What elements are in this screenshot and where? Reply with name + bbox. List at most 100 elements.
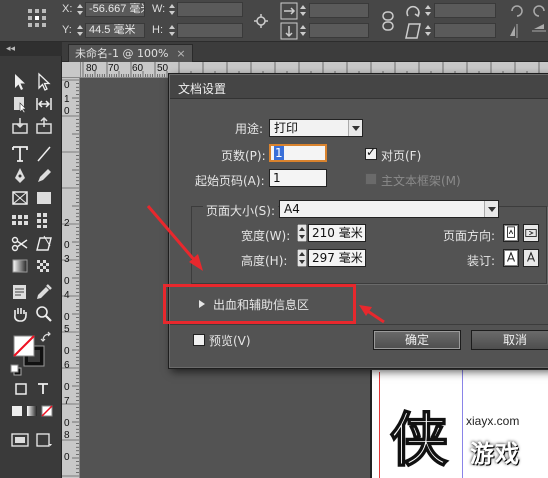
rotate-ccw-icon[interactable]	[530, 2, 548, 20]
gradient-feather-tool-icon[interactable]	[34, 256, 54, 276]
free-transform-tool-icon[interactable]	[34, 234, 54, 254]
facing-pages-checkbox[interactable]	[365, 145, 377, 160]
start-page-label: 起始页码(A):	[195, 174, 265, 188]
scale-y-spinner-icon[interactable]	[299, 23, 307, 38]
pen-tool-icon[interactable]	[10, 166, 30, 186]
ruler-h-tick-label: 80	[86, 63, 98, 74]
formatting-container-icon[interactable]	[14, 382, 28, 396]
width-spinner-icon[interactable]	[297, 224, 307, 242]
x-spinner-icon[interactable]	[76, 2, 84, 17]
scissors-tool-icon[interactable]	[10, 234, 30, 254]
intent-label: 用途:	[235, 122, 264, 136]
constrain-proportions-icon[interactable]	[252, 12, 270, 30]
rotate-spinner-icon[interactable]	[424, 3, 432, 18]
content-collector-icon[interactable]	[10, 116, 30, 136]
page-size-select[interactable]: A4	[279, 200, 499, 218]
line-tool-icon[interactable]	[34, 144, 54, 164]
document-tab-label: 未命名-1 @ 100%	[75, 47, 169, 60]
ruler-v-tick-label: 1	[64, 94, 70, 105]
intent-select[interactable]: 打印	[269, 119, 363, 137]
vertical-grid-tool-icon[interactable]	[34, 210, 54, 230]
landscape-orientation-icon[interactable]	[523, 224, 539, 242]
vertical-ruler[interactable]: 0 1 0 2 0 3 0 4 0 5 0 6 0 7 0 8 0	[62, 78, 80, 478]
page-tool-icon[interactable]	[10, 94, 30, 114]
preview-checkbox[interactable]	[193, 334, 205, 346]
rectangle-tool-icon[interactable]	[34, 188, 54, 208]
tools-panel-header[interactable]: ◂◂	[0, 42, 62, 56]
content-placer-icon[interactable]	[34, 116, 54, 136]
ruler-origin[interactable]	[62, 62, 81, 78]
chevron-down-icon	[484, 201, 498, 217]
cancel-button[interactable]: 取消	[471, 330, 548, 350]
shear-spinner-icon[interactable]	[424, 23, 432, 38]
direct-selection-tool-icon[interactable]	[34, 72, 54, 92]
left-to-right-binding-icon[interactable]	[503, 249, 519, 267]
x-field[interactable]: -56.667 毫米	[85, 2, 145, 17]
ruler-v-tick-label: 2	[64, 218, 70, 229]
flip-vertical-icon[interactable]	[530, 22, 548, 40]
gap-tool-icon[interactable]	[34, 94, 54, 114]
zoom-tool-icon[interactable]	[34, 304, 54, 324]
selection-tool-icon[interactable]	[10, 72, 30, 92]
pages-field[interactable]: 1	[269, 144, 327, 162]
scale-x-field[interactable]	[309, 3, 369, 18]
ruler-h-tick-label: 60	[132, 63, 144, 74]
height-field[interactable]: 297 毫米	[308, 249, 366, 267]
type-tool-icon[interactable]	[10, 144, 30, 164]
pencil-tool-icon[interactable]	[34, 166, 54, 186]
width-field[interactable]: 210 毫米	[308, 224, 366, 242]
rotate-field[interactable]	[434, 3, 496, 18]
shear-field[interactable]	[434, 23, 496, 38]
right-to-left-binding-icon[interactable]	[523, 249, 539, 267]
x-label: X:	[62, 3, 73, 15]
hand-tool-icon[interactable]	[10, 304, 30, 324]
rectangle-frame-tool-icon[interactable]	[10, 188, 30, 208]
rotate-icon[interactable]	[404, 2, 422, 20]
h-label: H:	[152, 24, 163, 36]
swap-fill-stroke-icon[interactable]	[40, 331, 54, 345]
tools-panel	[0, 56, 62, 478]
w-spinner-icon[interactable]	[168, 2, 176, 17]
ruler-v-tick-label: 0	[64, 276, 70, 287]
portrait-orientation-icon[interactable]	[503, 224, 519, 242]
document-tab[interactable]: 未命名-1 @ 100% ×	[68, 44, 193, 62]
h-field[interactable]	[177, 23, 243, 38]
apply-color-buttons[interactable]	[10, 404, 54, 418]
eyedropper-tool-icon[interactable]	[34, 282, 54, 302]
screen-mode-icon[interactable]	[34, 430, 54, 450]
rotate-cw-icon[interactable]	[508, 2, 526, 20]
w-field[interactable]	[177, 2, 243, 17]
master-text-frame-checkbox	[365, 173, 377, 185]
height-spinner-icon[interactable]	[297, 249, 307, 267]
ruler-v-tick-label: 7	[64, 396, 70, 407]
default-fill-stroke-icon[interactable]	[10, 364, 22, 376]
orientation-label: 页面方向:	[443, 229, 496, 243]
formatting-text-icon[interactable]	[36, 382, 50, 396]
height-label: 高度(H):	[241, 254, 288, 268]
dialog-separator	[170, 324, 548, 325]
close-tab-icon[interactable]: ×	[176, 47, 185, 60]
normal-view-icon[interactable]	[10, 430, 30, 450]
scale-y-icon[interactable]	[280, 22, 298, 40]
collapse-tools-icon[interactable]: ◂◂	[6, 42, 15, 56]
gradient-swatch-tool-icon[interactable]	[10, 256, 30, 276]
dialog-title-bar[interactable]: 文档设置	[170, 75, 548, 99]
w-label: W:	[152, 3, 166, 15]
scale-x-spinner-icon[interactable]	[299, 3, 307, 18]
h-spinner-icon[interactable]	[168, 23, 176, 38]
ruler-v-tick-label: 8	[64, 430, 70, 441]
ok-button[interactable]: 确定	[373, 330, 461, 350]
scale-x-icon[interactable]	[280, 2, 298, 20]
scale-y-field[interactable]	[309, 23, 369, 38]
note-tool-icon[interactable]	[10, 282, 30, 302]
start-page-field[interactable]: 1	[269, 169, 327, 187]
document-tab-bar: 未命名-1 @ 100% ×	[62, 42, 548, 62]
horizontal-grid-tool-icon[interactable]	[10, 210, 30, 230]
y-field[interactable]: 44.5 毫米	[85, 23, 145, 38]
pages-label: 页数(P):	[221, 149, 266, 163]
link-icon[interactable]	[380, 10, 396, 32]
y-spinner-icon[interactable]	[76, 23, 84, 38]
flip-horizontal-icon[interactable]	[508, 22, 526, 40]
shear-icon[interactable]	[404, 22, 422, 40]
reference-point-icon[interactable]	[26, 7, 48, 29]
